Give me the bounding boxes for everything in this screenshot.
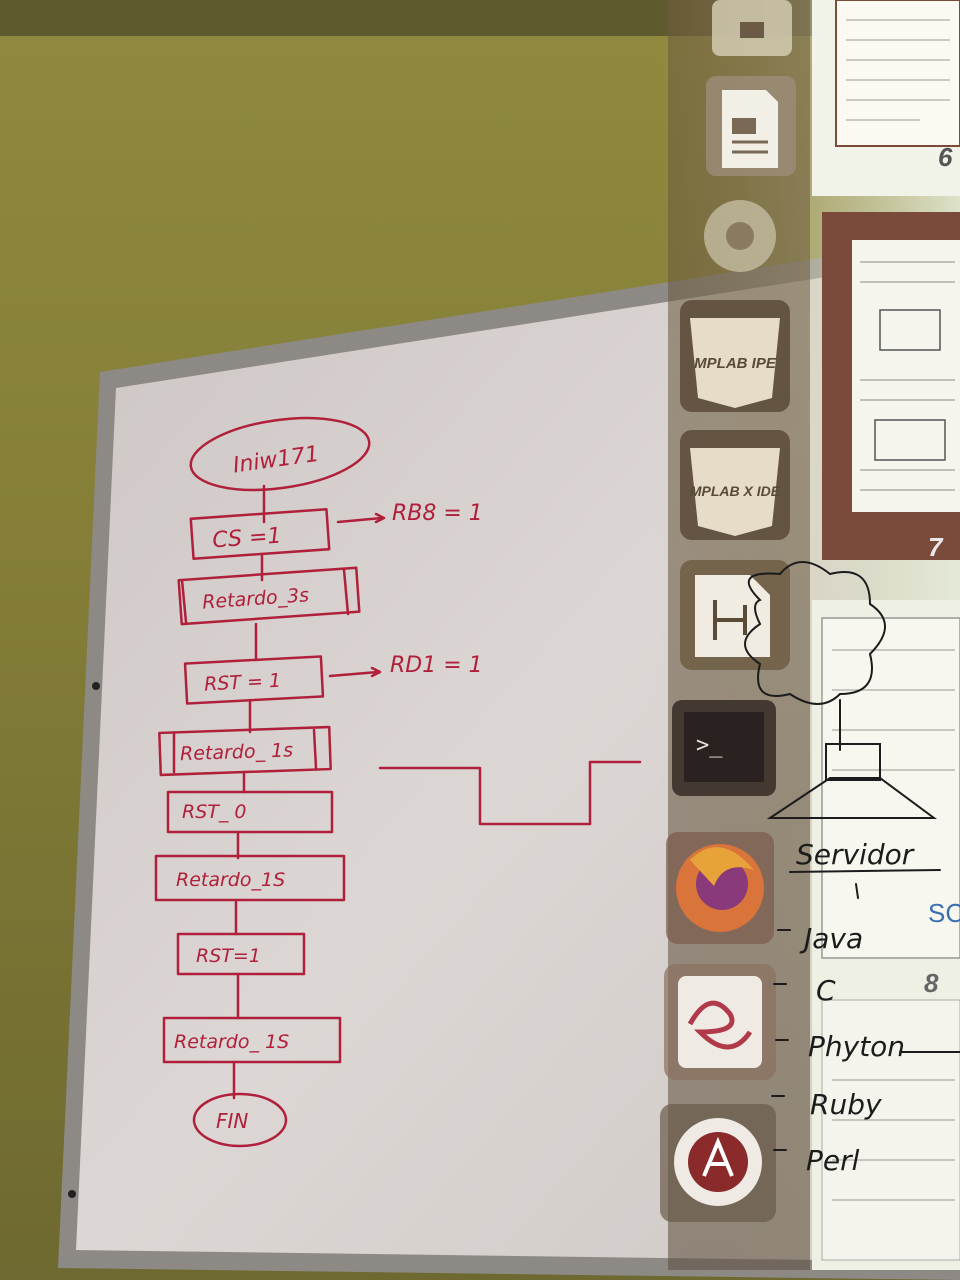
mplab-xide-label: MPLAB X IDE (690, 483, 781, 499)
mplab-ipe-icon[interactable]: MPLAB IPE (680, 300, 790, 412)
tree-item-phyton: Phyton (808, 1030, 905, 1063)
terminal-icon[interactable]: >_ (672, 700, 776, 796)
settings-icon[interactable] (704, 200, 776, 272)
software-updater-icon[interactable] (660, 1104, 776, 1222)
partial-heading: SC (928, 898, 960, 928)
firefox-icon[interactable] (666, 832, 774, 944)
terminal-prompt: >_ (696, 733, 723, 758)
page-number-6: 6 (938, 142, 953, 172)
page-number-7: 7 (928, 532, 944, 562)
circuit-editor-icon[interactable] (680, 560, 790, 670)
step-text-1: CS =1 (211, 524, 282, 554)
step-text-8: Retardo_ 1S (174, 1031, 289, 1053)
page-number-8: 8 (924, 968, 939, 998)
projected-pages: 6 7 8 SC (812, 0, 960, 1270)
e-app-icon[interactable] (664, 964, 776, 1080)
archive-icon[interactable] (712, 0, 792, 56)
tree-item-c: C (816, 974, 836, 1007)
document-viewer-icon[interactable] (706, 76, 796, 176)
tree-item-java: Java (799, 922, 863, 955)
step-text-6: Retardo_1S (176, 869, 285, 891)
board-screw (68, 1190, 76, 1198)
classroom-scene: 6 7 8 SC MPLAB IPE MPLAB X IDE >_ Iniw17… (0, 0, 960, 1280)
side-note-2: RD1 = 1 (390, 653, 483, 678)
flowchart-end-text: FIN (216, 1109, 248, 1133)
tree-root-label: Servidor (796, 838, 915, 871)
step-text-4: Retardo_ 1s (180, 739, 294, 765)
step-text-7: RST=1 (196, 945, 261, 967)
tree-item-ruby: Ruby (810, 1088, 882, 1121)
board-screw (92, 682, 100, 690)
tree-item-perl: Perl (806, 1144, 860, 1177)
side-note-1: RB8 = 1 (392, 501, 483, 526)
step-text-5: RST_ 0 (182, 801, 247, 823)
step-text-3: RST = 1 (204, 670, 282, 696)
mplab-xide-icon[interactable]: MPLAB X IDE (680, 430, 790, 540)
mplab-ipe-label: MPLAB IPE (694, 355, 777, 372)
